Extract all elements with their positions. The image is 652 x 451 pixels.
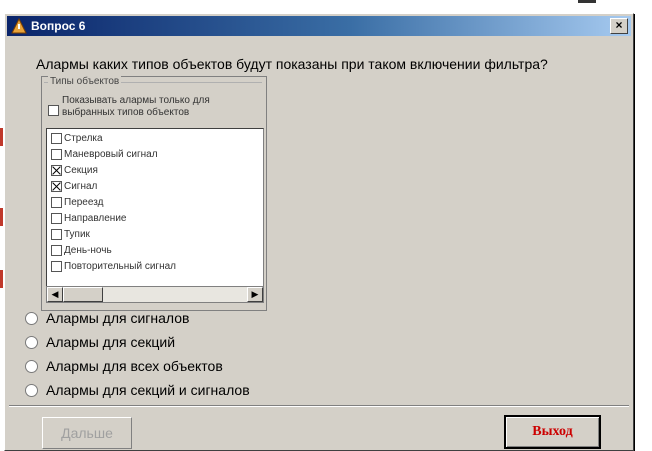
list-item: Стрелка <box>51 132 103 146</box>
question-dialog: Вопрос 6 × Алармы каких типов объектов б… <box>4 13 634 451</box>
separator <box>9 406 629 407</box>
next-button[interactable]: Дальше <box>42 417 132 449</box>
checkbox <box>51 180 62 192</box>
show-only-label: Показывать алармы только для выбранных т… <box>62 95 210 118</box>
background-strip <box>0 0 652 8</box>
list-item-label: Переезд <box>64 197 104 208</box>
list-item-label: Повторительный сигнал <box>64 261 176 272</box>
checkbox <box>51 228 62 240</box>
list-item: Тупик <box>51 228 90 242</box>
question-text: Алармы каких типов объектов будут показа… <box>36 56 548 72</box>
answer-label: Алармы для всех объектов <box>46 358 223 374</box>
answer-label: Алармы для секций и сигналов <box>46 382 250 398</box>
answer-label: Алармы для сигналов <box>46 310 190 326</box>
background-tick <box>0 270 3 288</box>
checkbox <box>51 148 62 160</box>
list-item: Маневровый сигнал <box>51 148 158 162</box>
list-item-label: Направление <box>64 213 127 224</box>
checkbox <box>51 164 62 176</box>
list-item-label: День-ночь <box>64 245 112 256</box>
window-title: Вопрос 6 <box>31 19 86 33</box>
radio-button[interactable] <box>25 383 38 397</box>
answer-label: Алармы для секций <box>46 334 176 350</box>
horizontal-scrollbar: ◀ ▶ <box>46 286 264 303</box>
checkbox <box>51 212 62 224</box>
radio-button[interactable] <box>25 335 38 349</box>
radio-button[interactable] <box>25 311 38 325</box>
title-bar[interactable]: Вопрос 6 × <box>7 16 631 36</box>
scroll-left-icon: ◀ <box>47 287 63 302</box>
checkbox <box>51 132 62 144</box>
scroll-right-icon: ▶ <box>247 287 263 302</box>
radio-button[interactable] <box>25 359 38 373</box>
answer-option-1[interactable]: Алармы для сигналов <box>25 310 189 326</box>
exit-button[interactable]: Выход <box>504 415 601 449</box>
list-item: День-ночь <box>51 244 112 258</box>
show-only-option: Показывать алармы только для выбранных т… <box>48 95 253 119</box>
object-type-list: Стрелка Маневровый сигнал Секция Сигнал … <box>46 128 264 287</box>
scroll-thumb <box>63 287 103 302</box>
list-item-label: Секция <box>64 165 98 176</box>
answer-option-3[interactable]: Алармы для всех объектов <box>25 358 223 374</box>
checkbox <box>51 260 62 272</box>
group-label: Типы объектов <box>48 76 122 87</box>
list-item-label: Тупик <box>64 229 90 240</box>
answer-option-4[interactable]: Алармы для секций и сигналов <box>25 382 250 398</box>
answer-option-2[interactable]: Алармы для секций <box>25 334 175 350</box>
list-item: Сигнал <box>51 180 97 194</box>
background-tick <box>0 128 3 146</box>
checkbox <box>51 196 62 208</box>
list-item: Повторительный сигнал <box>51 260 176 274</box>
list-item-label: Сигнал <box>64 181 98 192</box>
background-mark <box>578 0 596 3</box>
list-item: Секция <box>51 164 98 178</box>
list-item: Переезд <box>51 196 103 210</box>
list-item-label: Маневровый сигнал <box>64 149 158 160</box>
background-tick <box>0 208 3 226</box>
close-button[interactable]: × <box>610 18 628 34</box>
filter-screenshot: Типы объектов Показывать алармы только д… <box>41 76 267 311</box>
app-icon <box>11 18 27 34</box>
list-item-label: Стрелка <box>64 133 103 144</box>
show-only-checkbox <box>48 105 59 116</box>
background-edge <box>0 8 3 451</box>
list-item: Направление <box>51 212 126 226</box>
close-icon: × <box>615 18 623 32</box>
checkbox <box>51 244 62 256</box>
